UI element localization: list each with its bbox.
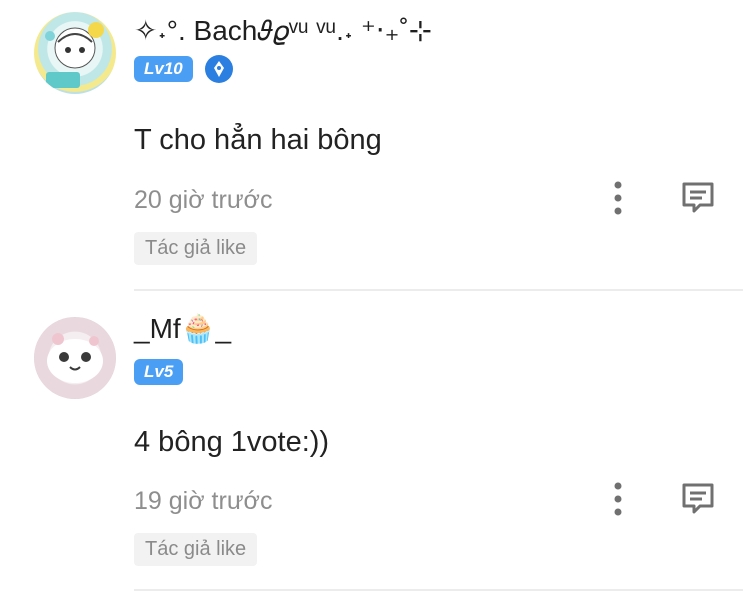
avatar-illustration [47, 333, 103, 383]
level-badge: Lv5 [134, 359, 184, 385]
author-liked-tag: Tác giả like [134, 232, 258, 265]
avatar-illustration [45, 22, 104, 88]
username[interactable]: ✧˖°. Bach𝜗𝜚ᵛᵘ ᵛᵘ.˖ ⁺‧₊˚⊹ [134, 14, 432, 48]
more-options-icon[interactable] [606, 180, 630, 216]
more-options-icon[interactable] [606, 481, 630, 517]
comment-text: T cho hẳn hai bông [134, 124, 382, 156]
reply-icon[interactable] [680, 181, 716, 215]
reply-icon[interactable] [680, 482, 716, 516]
pen-nib-medal-icon [204, 55, 233, 83]
badge-row: Lv5 [134, 359, 184, 385]
timestamp: 19 giờ trước [134, 487, 273, 515]
username[interactable]: _Mf🧁_ [134, 312, 231, 345]
author-liked-tag: Tác giả like [134, 533, 258, 566]
avatar[interactable] [34, 317, 116, 399]
comment-item: _Mf🧁_ Lv5 4 bông 1vote:)) 19 giờ trước T… [0, 292, 743, 592]
divider [134, 589, 743, 591]
comment-item: ✧˖°. Bach𝜗𝜚ᵛᵘ ᵛᵘ.˖ ⁺‧₊˚⊹ Lv10 T cho hẳn … [0, 0, 743, 292]
comment-text: 4 bông 1vote:)) [134, 426, 330, 458]
timestamp: 20 giờ trước [134, 186, 273, 214]
badge-row: Lv10 [134, 55, 233, 83]
avatar[interactable] [34, 12, 116, 94]
level-badge: Lv10 [134, 56, 193, 82]
divider [134, 289, 743, 291]
